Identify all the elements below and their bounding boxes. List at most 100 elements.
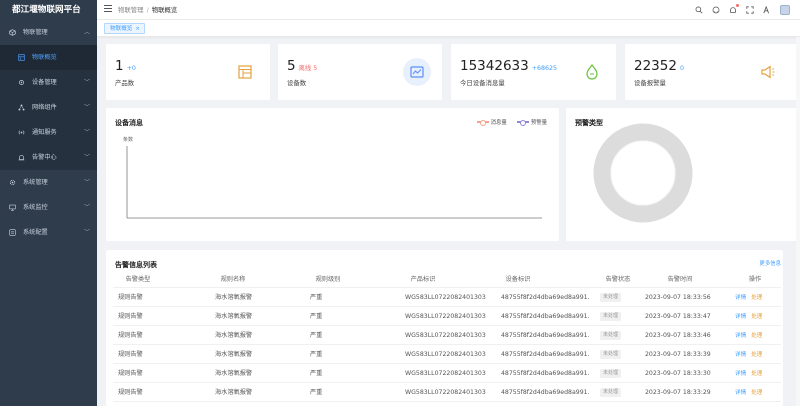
stat-label: 今日设备消息量 xyxy=(460,79,505,87)
stat-value: 15342633 +68625 xyxy=(460,58,558,74)
handle-link[interactable]: 处理 xyxy=(751,314,762,320)
stat-label: 设备数 xyxy=(287,79,307,87)
sidebar-item-alarm-center[interactable]: 告警中心 ﹀ xyxy=(0,145,97,170)
donut-inner-edge xyxy=(610,140,676,206)
column-header: 规则级别 xyxy=(315,276,341,283)
sidebar-item-system-config[interactable]: 系统配置 ﹀ xyxy=(0,220,97,245)
detail-link[interactable]: 详情 xyxy=(735,390,746,396)
cell-actions: 详情 处理 xyxy=(735,383,779,403)
product-icon xyxy=(231,58,259,86)
cell-time: 2023-09-07 18:33:39 xyxy=(645,351,711,358)
stat-label: 产品数 xyxy=(115,79,135,87)
font-size-icon[interactable] xyxy=(763,6,771,14)
alarm-list-card: 告警信息列表 更多信息 告警类型 规则名称 规则级别 产品标识 设备标识 告警状… xyxy=(106,250,783,406)
cell-status: 未处理 xyxy=(600,364,640,383)
donut-ring xyxy=(593,123,693,223)
message-icon xyxy=(578,58,606,86)
sidebar-item-notify[interactable]: 通知服务 ﹀ xyxy=(0,120,97,145)
table-row: 规则告警 海水溶氧报警 严重 WG583LL0722082401303 48755f8f… xyxy=(113,383,781,402)
cell-device: 48755f8f2d4dba69ed8a991... xyxy=(501,389,589,396)
sidebar-item-network[interactable]: 网络组件 ﹀ xyxy=(0,95,97,120)
chevron-up-icon: ︿ xyxy=(83,29,90,36)
breadcrumb-parent[interactable]: 物联管理 xyxy=(118,6,144,14)
stat-value: 1 +0 xyxy=(115,58,136,74)
cell-level: 严重 xyxy=(310,389,323,396)
cell-product: WG583LL0722082401303 xyxy=(405,389,486,396)
notification-bell-icon[interactable] xyxy=(729,4,739,14)
cell-rule: 海水溶氧报警 xyxy=(215,313,253,320)
table-row: 规则告警 海水溶氧报警 严重 WG583LL0722082401303 48755f8f… xyxy=(113,345,781,364)
column-header: 操作 xyxy=(748,276,762,283)
stat-delta: +68625 xyxy=(531,65,558,72)
sidebar: 都江堰物联网平台 物联管理 ︿ 物联概览 设备管理 ﹀ 网络组件 ﹀ 通知服务 … xyxy=(0,0,97,406)
alarm-horn-icon xyxy=(753,58,781,86)
detail-link[interactable]: 详情 xyxy=(735,314,746,320)
github-icon[interactable] xyxy=(712,6,720,14)
cell-rule: 海水溶氧报警 xyxy=(215,294,253,301)
chevron-down-icon: ﹀ xyxy=(83,129,90,136)
avatar[interactable] xyxy=(780,5,790,15)
cell-time: 2023-09-07 18:33:30 xyxy=(645,370,711,377)
cell-type: 规则告警 xyxy=(118,332,143,339)
cell-device: 48755f8f2d4dba69ed8a991... xyxy=(501,351,589,358)
column-header: 产品标识 xyxy=(410,276,436,283)
sidebar-item-system-monitor[interactable]: 系统监控 ﹀ xyxy=(0,195,97,220)
cell-type: 规则告警 xyxy=(118,294,143,301)
cell-device: 48755f8f2d4dba69ed8a991... xyxy=(501,370,589,377)
cell-status: 未处理 xyxy=(600,326,640,345)
cell-level: 严重 xyxy=(310,370,323,377)
stat-value: 5 离线 5 xyxy=(287,58,318,74)
cell-level: 严重 xyxy=(310,351,323,358)
chevron-down-icon: ﹀ xyxy=(83,79,90,86)
sidebar-item-label: 系统监控 xyxy=(22,204,48,211)
table-row: 规则告警 海水溶氧报警 严重 WG583LL0722082401303 48755f8f… xyxy=(113,288,781,307)
status-badge: 未处理 xyxy=(600,330,622,340)
close-icon[interactable]: × xyxy=(135,26,140,32)
cell-rule: 海水溶氧报警 xyxy=(215,389,253,396)
sidebar-item-overview[interactable]: 物联概览 xyxy=(0,45,97,70)
handle-link[interactable]: 处理 xyxy=(751,371,762,377)
breadcrumb-current: 物联概览 xyxy=(151,6,178,14)
cell-status: 未处理 xyxy=(600,288,640,307)
column-header: 设备标识 xyxy=(505,276,531,283)
chevron-down-icon: ﹀ xyxy=(83,229,90,236)
hamburger-menu-icon[interactable] xyxy=(104,5,112,13)
sidebar-item-system-management[interactable]: 系统管理 ﹀ xyxy=(0,170,97,195)
stat-card-alarms: 22352 0 设备报警量 xyxy=(625,44,799,100)
detail-link[interactable]: 详情 xyxy=(735,352,746,358)
cell-level: 严重 xyxy=(310,332,323,339)
message-chart xyxy=(126,146,542,219)
stat-card-devices: 5 离线 5 设备数 xyxy=(278,44,442,100)
handle-link[interactable]: 处理 xyxy=(751,333,762,339)
search-icon[interactable] xyxy=(695,6,703,14)
stat-delta: 离线 5 xyxy=(298,65,318,72)
alarm-table: 告警类型 规则名称 规则级别 产品标识 设备标识 告警状态 告警时间 操作 规则… xyxy=(113,272,781,402)
more-info-link[interactable]: 更多信息 xyxy=(759,259,781,267)
sidebar-item-device-management[interactable]: 设备管理 ﹀ xyxy=(0,70,97,95)
table-header-row: 告警类型 规则名称 规则级别 产品标识 设备标识 告警状态 告警时间 操作 xyxy=(113,272,781,288)
detail-link[interactable]: 详情 xyxy=(735,295,746,301)
cell-time: 2023-09-07 18:33:46 xyxy=(645,332,711,339)
status-badge: 未处理 xyxy=(600,387,622,397)
handle-link[interactable]: 处理 xyxy=(751,390,762,396)
cell-level: 严重 xyxy=(310,294,323,301)
handle-link[interactable]: 处理 xyxy=(751,352,762,358)
config-icon xyxy=(9,228,16,236)
column-header: 规则名称 xyxy=(220,276,246,283)
detail-link[interactable]: 详情 xyxy=(735,371,746,377)
table-row: 规则告警 海水溶氧报警 严重 WG583LL0722082401303 48755f8f… xyxy=(113,307,781,326)
handle-link[interactable]: 处理 xyxy=(751,295,762,301)
table-row: 规则告警 海水溶氧报警 严重 WG583LL0722082401303 48755f8f… xyxy=(113,364,781,383)
page-scrollbar[interactable] xyxy=(796,37,800,406)
tag-overview[interactable]: 物联概览 × xyxy=(104,23,145,34)
chevron-down-icon: ﹀ xyxy=(83,179,90,186)
sidebar-item-iot-management[interactable]: 物联管理 ︿ xyxy=(0,20,97,45)
app-title: 都江堰物联网平台 xyxy=(0,0,97,20)
sidebar-item-label: 网络组件 xyxy=(31,104,57,111)
gear-icon xyxy=(19,79,24,85)
detail-link[interactable]: 详情 xyxy=(735,333,746,339)
cell-time: 2023-09-07 18:33:47 xyxy=(645,313,711,320)
stat-card-messages: 15342633 +68625 今日设备消息量 xyxy=(451,44,616,100)
stat-label: 设备报警量 xyxy=(634,79,666,87)
fullscreen-icon[interactable] xyxy=(746,6,754,14)
